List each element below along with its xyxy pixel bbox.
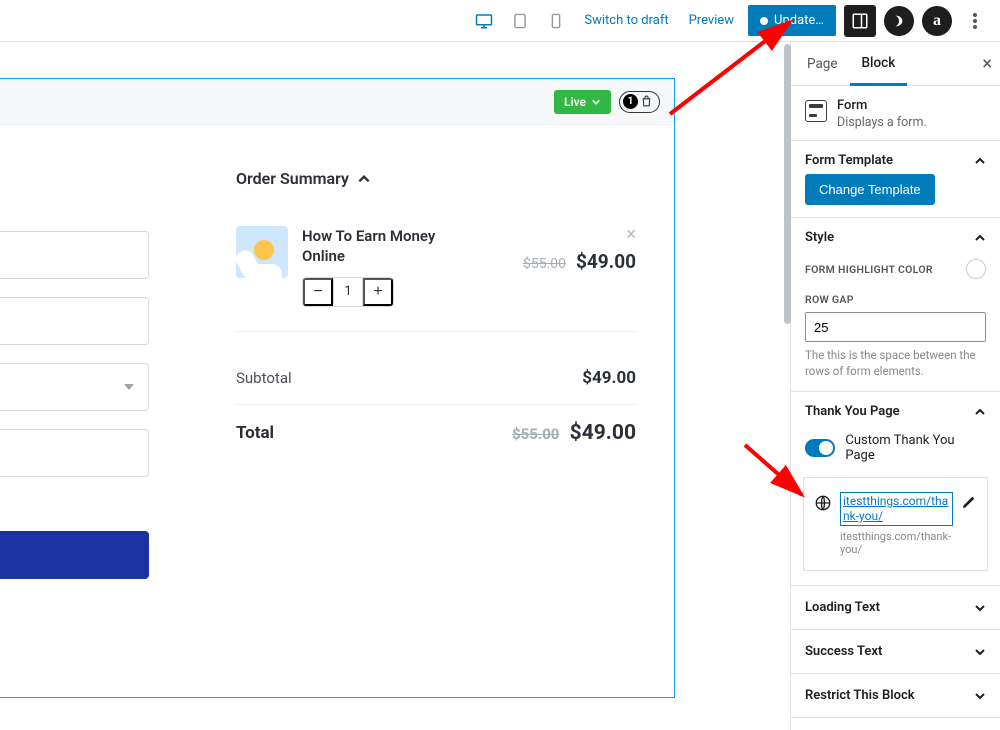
checkout-select[interactable] bbox=[0, 363, 149, 411]
bag-icon bbox=[640, 95, 653, 108]
highlight-color-label: FORM HIGHLIGHT COLOR bbox=[805, 263, 933, 276]
block-info: Form Displays a form. bbox=[791, 86, 1000, 141]
unsaved-dot-icon bbox=[760, 17, 768, 25]
checkout-input-1[interactable] bbox=[0, 231, 149, 279]
checkout-input-2[interactable] bbox=[0, 297, 149, 345]
chevron-up-icon[interactable] bbox=[974, 155, 986, 167]
subtotal-row: Subtotal $49.00 bbox=[236, 352, 636, 405]
total-new-price: $49.00 bbox=[570, 421, 636, 445]
cart-indicator[interactable]: 1 bbox=[619, 91, 660, 113]
panel-success-text[interactable]: Success Text bbox=[791, 630, 1000, 674]
total-row: Total $55.00 $49.00 bbox=[236, 405, 636, 461]
order-summary-title: Order Summary bbox=[236, 169, 349, 188]
subtotal-label: Subtotal bbox=[236, 369, 292, 387]
loading-text-title: Loading Text bbox=[805, 600, 880, 615]
switch-to-draft-button[interactable]: Switch to draft bbox=[578, 7, 674, 34]
panel-advanced[interactable]: Advanced bbox=[791, 718, 1000, 730]
tab-block[interactable]: Block bbox=[850, 43, 908, 86]
update-button[interactable]: Update… bbox=[748, 5, 836, 36]
more-options-button[interactable] bbox=[960, 6, 990, 36]
chevron-up-icon bbox=[357, 172, 371, 186]
sidebar-tabs: Page Block × bbox=[791, 42, 1000, 86]
chevron-up-icon[interactable] bbox=[974, 406, 986, 418]
chevron-down-icon bbox=[974, 690, 986, 702]
checkout-input-zip[interactable]: stal Code/Zip bbox=[0, 429, 149, 477]
thankyou-url-link[interactable]: itestthings.com/thank-you/ bbox=[840, 492, 953, 526]
chevron-down-icon bbox=[974, 646, 986, 658]
restrict-title: Restrict This Block bbox=[805, 688, 915, 703]
panel-title-style: Style bbox=[805, 230, 834, 245]
selected-form-block[interactable]: Live 1 stal Code/Zip 49.00 Order Summary bbox=[0, 78, 675, 698]
device-mobile-button[interactable] bbox=[542, 7, 570, 35]
panel-style: Style FORM HIGHLIGHT COLOR ROW GAP PX Th… bbox=[791, 218, 1000, 392]
rowgap-field[interactable] bbox=[806, 313, 986, 341]
product-new-price: $49.00 bbox=[576, 250, 636, 273]
block-description: Displays a form. bbox=[837, 115, 927, 130]
live-mode-pill[interactable]: Live bbox=[554, 90, 611, 114]
preview-button[interactable]: Preview bbox=[683, 7, 740, 34]
panel-restrict-block[interactable]: Restrict This Block bbox=[791, 674, 1000, 718]
plugin-surecart-icon[interactable] bbox=[884, 6, 914, 36]
live-label: Live bbox=[564, 95, 586, 109]
change-template-button[interactable]: Change Template bbox=[805, 174, 935, 205]
cart-count: 1 bbox=[623, 94, 638, 109]
product-row: How To Earn Money Online − 1 + × $55.00 … bbox=[236, 226, 636, 332]
qty-plus-button[interactable]: + bbox=[363, 278, 393, 306]
product-old-price: $55.00 bbox=[523, 256, 566, 272]
device-tablet-button[interactable] bbox=[506, 7, 534, 35]
sidebar-scrollbar[interactable] bbox=[784, 44, 791, 324]
order-summary: Order Summary How To Earn Money Online −… bbox=[236, 169, 636, 461]
editor-top-bar: Switch to draft Preview Update… a bbox=[0, 0, 1000, 42]
panel-title-form-template: Form Template bbox=[805, 153, 893, 168]
panel-thank-you: Thank You Page Custom Thank You Page ite… bbox=[791, 392, 1000, 586]
subtotal-value: $49.00 bbox=[582, 368, 636, 388]
plugin-astra-icon[interactable]: a bbox=[922, 6, 952, 36]
form-block-icon bbox=[805, 100, 827, 122]
rowgap-input[interactable]: PX bbox=[805, 312, 986, 342]
success-text-title: Success Text bbox=[805, 644, 882, 659]
thankyou-permalink: itestthings.com/thank-you/ bbox=[840, 530, 953, 556]
pay-button[interactable]: 49.00 bbox=[0, 531, 149, 579]
highlight-color-swatch[interactable] bbox=[966, 259, 986, 279]
chevron-down-icon bbox=[974, 602, 986, 614]
checkout-form-left: stal Code/Zip 49.00 bbox=[0, 231, 149, 579]
update-button-label: Update… bbox=[774, 13, 824, 28]
quantity-stepper[interactable]: − 1 + bbox=[302, 277, 394, 307]
product-thumb bbox=[236, 226, 288, 278]
product-title: How To Earn Money Online bbox=[302, 226, 452, 267]
edit-pencil-icon[interactable] bbox=[961, 494, 977, 510]
qty-minus-button[interactable]: − bbox=[303, 278, 333, 306]
close-sidebar-button[interactable]: × bbox=[982, 53, 992, 74]
chevron-down-icon bbox=[591, 97, 601, 107]
panel-form-template: Form Template Change Template bbox=[791, 141, 1000, 218]
toggle-label: Custom Thank You Page bbox=[845, 433, 972, 463]
rowgap-help: The this is the space between the rows o… bbox=[805, 348, 986, 379]
chevron-up-icon[interactable] bbox=[974, 232, 986, 244]
settings-panel-toggle[interactable] bbox=[844, 5, 876, 37]
qty-value: 1 bbox=[333, 278, 363, 306]
tab-page[interactable]: Page bbox=[795, 42, 850, 85]
order-summary-heading[interactable]: Order Summary bbox=[236, 169, 636, 188]
panel-loading-text[interactable]: Loading Text bbox=[791, 586, 1000, 630]
block-type-name: Form bbox=[837, 98, 927, 113]
total-old-price: $55.00 bbox=[512, 425, 559, 443]
device-desktop-button[interactable] bbox=[470, 7, 498, 35]
remove-item-button[interactable]: × bbox=[626, 224, 636, 245]
globe-icon bbox=[814, 494, 832, 512]
custom-thankyou-toggle[interactable] bbox=[805, 439, 835, 457]
settings-sidebar: Page Block × Form Displays a form. Form … bbox=[790, 42, 1000, 730]
block-top-strip: Live 1 bbox=[0, 79, 674, 125]
panel-title-thankyou: Thank You Page bbox=[805, 404, 900, 419]
rowgap-label: ROW GAP bbox=[805, 293, 986, 306]
thankyou-url-card: itestthings.com/thank-you/ itestthings.c… bbox=[803, 477, 988, 571]
total-label: Total bbox=[236, 423, 274, 443]
